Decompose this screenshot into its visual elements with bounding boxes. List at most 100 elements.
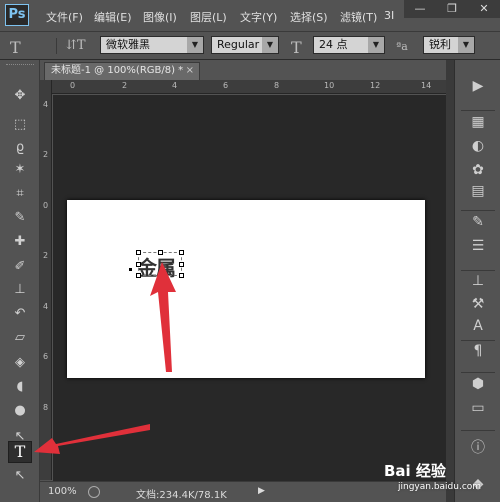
close-button[interactable]: ✕: [468, 0, 500, 18]
transform-handle[interactable]: [179, 250, 184, 255]
type-tool-preset-icon[interactable]: T: [10, 38, 21, 57]
info-icon[interactable]: ⓘ: [467, 438, 489, 458]
ruler-tick-label: 2: [43, 251, 49, 260]
text-bounding-box[interactable]: [136, 250, 184, 278]
character-icon[interactable]: A: [467, 316, 489, 336]
tools-panel: ✥ ⬚ ϱ ✶ ⌗ ✎ ✚ ✐ ⊥ ↶ ▱ ◈ ◖ ● ↖ T ↖: [0, 60, 40, 502]
close-icon[interactable]: ×: [186, 63, 194, 79]
panel-dock-collapsed: [446, 60, 454, 502]
3d-icon[interactable]: ⬢: [467, 374, 489, 394]
menu-select[interactable]: 选择(S): [290, 9, 328, 25]
text-anchor-point: [129, 268, 132, 271]
layer-comps-icon[interactable]: ▭: [467, 398, 489, 418]
healing-brush-tool-icon[interactable]: ✚: [8, 231, 32, 253]
paint-bucket-tool-icon[interactable]: ◈: [8, 352, 32, 374]
history-brush-tool-icon[interactable]: ↶: [8, 303, 32, 325]
photoshop-logo: Ps: [5, 4, 29, 26]
chevron-down-icon: ▼: [458, 37, 474, 53]
eyedropper-tool-icon[interactable]: ✎: [8, 207, 32, 229]
menu-type[interactable]: 文字(Y): [240, 9, 277, 25]
transform-handle[interactable]: [179, 273, 184, 278]
ruler-tick-label: 4: [43, 100, 49, 109]
vertical-ruler[interactable]: 4 2 0 2 4 6 8: [40, 80, 52, 480]
move-tool-icon[interactable]: ✥: [8, 85, 32, 107]
transform-handle[interactable]: [136, 250, 141, 255]
anti-alias-icon: ªa: [396, 40, 408, 53]
transform-handle[interactable]: [158, 250, 163, 255]
document-title: 未标题-1 @ 100%(RGB/8) *: [51, 65, 184, 76]
menu-edit[interactable]: 编辑(E): [94, 9, 132, 25]
transform-handle[interactable]: [136, 273, 141, 278]
status-menu-arrow-icon[interactable]: ▶: [258, 486, 265, 496]
swatches-icon[interactable]: ▦: [467, 112, 489, 132]
magic-wand-tool-icon[interactable]: ✶: [8, 159, 32, 181]
font-size-select[interactable]: 24 点 ▼: [313, 36, 385, 54]
ruler-tick-label: 0: [43, 201, 49, 210]
levels-icon[interactable]: ☰: [467, 236, 489, 256]
panel-separator: [461, 110, 495, 111]
brush-panel-icon[interactable]: ✎: [467, 212, 489, 232]
stamp-panel-icon[interactable]: ⊥: [467, 271, 489, 291]
font-style-select[interactable]: Regular ▼: [211, 36, 279, 54]
font-size-icon: T: [291, 38, 302, 57]
panel-separator: [461, 210, 495, 211]
toolbar-grip: [6, 64, 34, 66]
transform-handle[interactable]: [136, 262, 141, 267]
watermark: Bai 经验 jingyan.baidu.com: [384, 458, 500, 502]
options-bar: T ⇵T 微软雅黑 ▼ Regular ▼ T 24 点 ▼ ªa 锐利 ▼: [0, 32, 500, 60]
ruler-tick-label: 2: [122, 81, 128, 90]
chevron-down-icon: ▼: [187, 37, 203, 53]
tools-preset-icon[interactable]: ⚒: [467, 294, 489, 314]
text-orientation-icon[interactable]: ⇵T: [66, 38, 86, 53]
ruler-tick-label: 6: [223, 81, 229, 90]
palette-icon[interactable]: ✿: [467, 160, 489, 180]
ruler-tick-label: 0: [70, 81, 76, 90]
menu-file[interactable]: 文件(F): [46, 9, 83, 25]
ruler-tick-label: 12: [370, 81, 381, 90]
marquee-tool-icon[interactable]: ⬚: [8, 114, 32, 136]
document-info: 文档:234.4K/78.1K: [136, 490, 227, 501]
panel-separator: [461, 430, 495, 431]
document-tab[interactable]: 未标题-1 @ 100%(RGB/8) * ×: [44, 62, 200, 80]
panel-dock: ▶ ▦ ◐ ✿ ▤ ✎ ☰ ⊥ ⚒ A ¶ ⬢ ▭ ⓘ ◆: [454, 60, 500, 502]
play-icon[interactable]: ▶: [467, 76, 489, 96]
menu-image[interactable]: 图像(I): [143, 9, 177, 25]
type-tool-icon[interactable]: T: [8, 441, 32, 463]
direct-selection-tool-icon[interactable]: ↖: [8, 465, 32, 487]
menu-filter[interactable]: 滤镜(T): [340, 9, 377, 25]
grid-icon[interactable]: ▤: [467, 181, 489, 201]
dodge-tool-icon[interactable]: ●: [8, 400, 32, 422]
clone-stamp-tool-icon[interactable]: ⊥: [8, 279, 32, 301]
proof-icon[interactable]: [88, 486, 100, 498]
minimize-button[interactable]: —: [404, 0, 436, 18]
font-family-select[interactable]: 微软雅黑 ▼: [100, 36, 204, 54]
ruler-tick-label: 10: [324, 81, 335, 90]
blur-tool-icon[interactable]: ◖: [8, 376, 32, 398]
ruler-tick-label: 14: [421, 81, 432, 90]
anti-alias-select[interactable]: 锐利 ▼: [423, 36, 475, 54]
lasso-tool-icon[interactable]: ϱ: [8, 137, 32, 159]
font-style-value: Regular: [217, 38, 260, 51]
eraser-tool-icon[interactable]: ▱: [8, 327, 32, 349]
adjustments-icon[interactable]: ◐: [467, 136, 489, 156]
ruler-tick-label: 8: [274, 81, 280, 90]
font-family-value: 微软雅黑: [106, 38, 150, 51]
paragraph-icon[interactable]: ¶: [467, 341, 489, 361]
menu-layer[interactable]: 图层(L): [190, 9, 227, 25]
ruler-tick-label: 2: [43, 150, 49, 159]
ruler-tick-label: 4: [43, 302, 49, 311]
document-canvas[interactable]: [67, 200, 425, 378]
menu-3d[interactable]: 3I: [384, 9, 394, 22]
crop-tool-icon[interactable]: ⌗: [8, 183, 32, 205]
restore-button[interactable]: ❐: [436, 0, 468, 18]
panel-separator: [461, 270, 495, 271]
chevron-down-icon: ▼: [262, 37, 278, 53]
baidu-jingyan-logo: Bai 经验: [384, 462, 446, 480]
brush-tool-icon[interactable]: ✐: [8, 256, 32, 278]
transform-handle[interactable]: [179, 262, 184, 267]
ruler-tick-label: 6: [43, 352, 49, 361]
anti-alias-value: 锐利: [429, 38, 451, 51]
horizontal-ruler[interactable]: 0 2 4 6 8 10 12 14: [52, 80, 446, 94]
zoom-level[interactable]: 100%: [48, 486, 77, 497]
transform-handle[interactable]: [158, 273, 163, 278]
